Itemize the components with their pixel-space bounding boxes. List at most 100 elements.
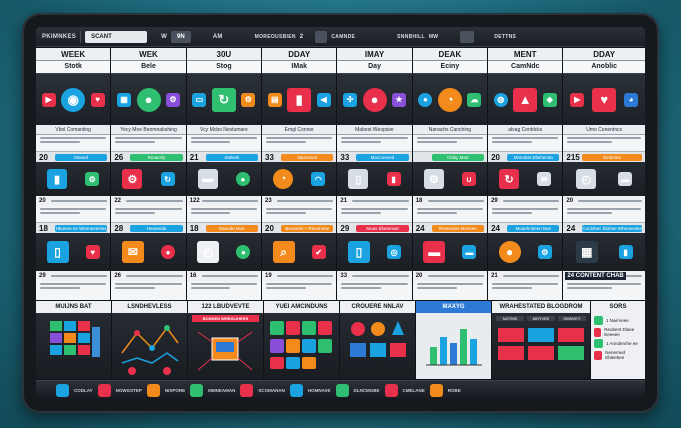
dock-label[interactable]: CMELANE: [403, 388, 425, 393]
task-pill[interactable]: Hlneere ee Weeneeeeles: [55, 224, 108, 232]
toolbar-toggle[interactable]: [315, 30, 328, 43]
paper-plane-icon[interactable]: ▶: [41, 92, 56, 107]
panel-muijns-bat[interactable]: MUIJNS BAT: [36, 301, 111, 379]
dock-app-icon[interactable]: [56, 383, 69, 397]
toolbar-item-2[interactable]: 2: [300, 34, 304, 40]
pie-chart-icon[interactable]: ◔: [273, 169, 294, 189]
task-pill[interactable]: Einlertes: [582, 153, 642, 161]
toolbar-item-am[interactable]: AM: [213, 34, 223, 40]
toolbar-item-w[interactable]: W: [161, 34, 167, 40]
dock-label[interactable]: SCOMANAN: [258, 388, 285, 393]
toolbar-item-snnbhill[interactable]: SNNBHILL: [397, 34, 425, 40]
task-pill[interactable]: Muas Bloeenset: [356, 224, 409, 232]
dock-app-icon[interactable]: [190, 383, 204, 397]
cloud-icon[interactable]: ☁: [467, 92, 482, 107]
task-row[interactable]: 24 Resnnnes Moneee: [412, 222, 488, 233]
dock-app-icon[interactable]: [429, 383, 443, 397]
task-row[interactable]: 26 Rmaenly: [111, 151, 186, 162]
tab-dmnvey[interactable]: DMNVEY: [558, 316, 586, 321]
dock-app-icon[interactable]: [146, 383, 160, 397]
gear-icon[interactable]: ⚙: [241, 92, 256, 107]
tab-mhtvee[interactable]: MHTVEE: [527, 316, 555, 321]
panel-yuei-amcinduns[interactable]: YUEI AMCINDUNS: [264, 301, 339, 379]
chart-icon[interactable]: ▮: [386, 172, 401, 186]
task-pill[interactable]: Mocnoened: [356, 153, 409, 161]
chat-icon[interactable]: ▬: [462, 245, 477, 259]
dock-app-icon[interactable]: [97, 383, 111, 397]
heart-icon[interactable]: ♥: [90, 92, 105, 107]
list-item[interactable]: Reobent Dlaee Eeeeee: [594, 327, 642, 337]
map-icon[interactable]: ◆: [542, 92, 557, 107]
calendar-icon[interactable]: ▦: [117, 92, 132, 107]
day-header[interactable]: DEAK: [412, 48, 488, 61]
mail-icon[interactable]: ✉: [121, 241, 144, 263]
dashboard-icon[interactable]: ▦: [575, 241, 598, 263]
phone-icon[interactable]: ▯: [347, 241, 370, 263]
car-icon[interactable]: ▬: [618, 172, 633, 186]
task-row[interactable]: Chiky Mart: [412, 151, 488, 162]
task-row[interactable]: 33 Mocnoened: [337, 151, 412, 162]
task-row[interactable]: 20 Meeed: [36, 151, 111, 162]
panel-lsndhevless[interactable]: LSNDHEVLESS: [112, 301, 187, 379]
day-header[interactable]: WEEK: [36, 48, 111, 61]
gear-icon[interactable]: ⚙: [165, 92, 180, 107]
dock-label[interactable]: ROBE: [448, 388, 461, 393]
gear-icon[interactable]: ⚙: [423, 169, 444, 189]
task-pill[interactable]: Heunerds: [130, 224, 183, 232]
star-icon[interactable]: ★: [391, 92, 406, 107]
clock-icon[interactable]: ◴: [576, 169, 597, 189]
task-row[interactable]: 24 Moaehnbeen Boe: [488, 222, 563, 233]
heart-icon[interactable]: ♥: [592, 87, 617, 112]
task-pill[interactable]: Baunde Moe: [205, 224, 259, 232]
dock-label[interactable]: NISPORE: [165, 388, 185, 393]
day-header[interactable]: 30U: [186, 48, 262, 61]
pie-chart-icon[interactable]: ◔: [437, 87, 462, 112]
task-row[interactable]: 20 Mnenbet Eltehenda: [488, 151, 563, 162]
dock-app-icon[interactable]: [335, 383, 349, 397]
settings-link[interactable]: DETTNS: [494, 34, 516, 40]
task-pill[interactable]: Beoaerts + Reeuhese: [281, 224, 334, 232]
toolbar-item-mw[interactable]: MW: [429, 34, 438, 40]
phone-icon[interactable]: ▯: [348, 169, 369, 189]
gear-icon[interactable]: ⚙: [122, 169, 143, 189]
refresh-icon[interactable]: ↻: [499, 169, 520, 189]
list-item[interactable]: 1 Nwirneee: [594, 316, 642, 325]
task-pill[interactable]: Meeed: [55, 153, 108, 161]
toolbar-toggle-2[interactable]: [460, 30, 475, 43]
day-header[interactable]: DDAY: [262, 48, 337, 61]
day-header[interactable]: IMAY: [337, 48, 412, 61]
rocket-icon[interactable]: ▲: [513, 87, 538, 112]
task-pill[interactable]: Resnnnes Moneee: [431, 224, 485, 232]
list-item[interactable]: 1 Anndenrhe ee: [594, 339, 642, 348]
task-pill[interactable]: Stelenk: [205, 153, 259, 161]
task-pill[interactable]: Marneses: [281, 153, 334, 161]
earth-icon[interactable]: ◍: [493, 92, 508, 107]
search-input[interactable]: SCANT: [85, 30, 148, 43]
network-icon[interactable]: ✣: [343, 92, 358, 107]
dock-label[interactable]: DLNCMGBE: [354, 388, 380, 393]
chart-icon[interactable]: ▮: [47, 169, 68, 189]
panel-sors[interactable]: SORS 1 Nwirneee Reobent Dlaee Eeeeee 1 A…: [591, 301, 645, 379]
task-row[interactable]: 20 Beoaerts + Reeuhese: [262, 222, 337, 233]
dock-app-icon[interactable]: [240, 383, 254, 397]
day-header[interactable]: WEK: [111, 48, 186, 61]
day-header[interactable]: MENT: [488, 48, 563, 61]
task-row[interactable]: 18 Hlneere ee Weeneeeeles: [36, 222, 111, 233]
tab-notms[interactable]: NOTMS: [496, 316, 524, 321]
task-row[interactable]: 21 Stelenk: [186, 151, 262, 162]
chat-icon[interactable]: ▬: [423, 241, 446, 263]
task-row[interactable]: 33 Marneses: [262, 151, 337, 162]
panel-lbudvevte[interactable]: 122 LBUDVEVTE BONDEN WREGLIHERS: [188, 301, 263, 379]
panel-crouere-nnlav[interactable]: CROUERE NNLAV: [340, 301, 415, 379]
day-header[interactable]: DDAY: [563, 48, 645, 61]
panel-blogdrom[interactable]: WRAHESTATED BLOGDROM NOTMS MHTVEE DMNVEY: [492, 301, 590, 379]
task-row[interactable]: 29 Muas Bloeenset: [337, 222, 412, 233]
task-row[interactable]: 24 Conlnhec Blohee Wheoeeeke: [563, 222, 645, 233]
globe-icon[interactable]: ●: [235, 172, 250, 186]
wifi-icon[interactable]: ◎: [387, 245, 402, 259]
chart-icon[interactable]: ▮: [618, 245, 633, 259]
task-row[interactable]: 18 Baunde Moe: [186, 222, 262, 233]
mail-icon[interactable]: ✉: [537, 172, 552, 186]
monitor-icon[interactable]: ▭: [192, 92, 207, 107]
task-pill[interactable]: Chiky Mart: [431, 153, 485, 161]
